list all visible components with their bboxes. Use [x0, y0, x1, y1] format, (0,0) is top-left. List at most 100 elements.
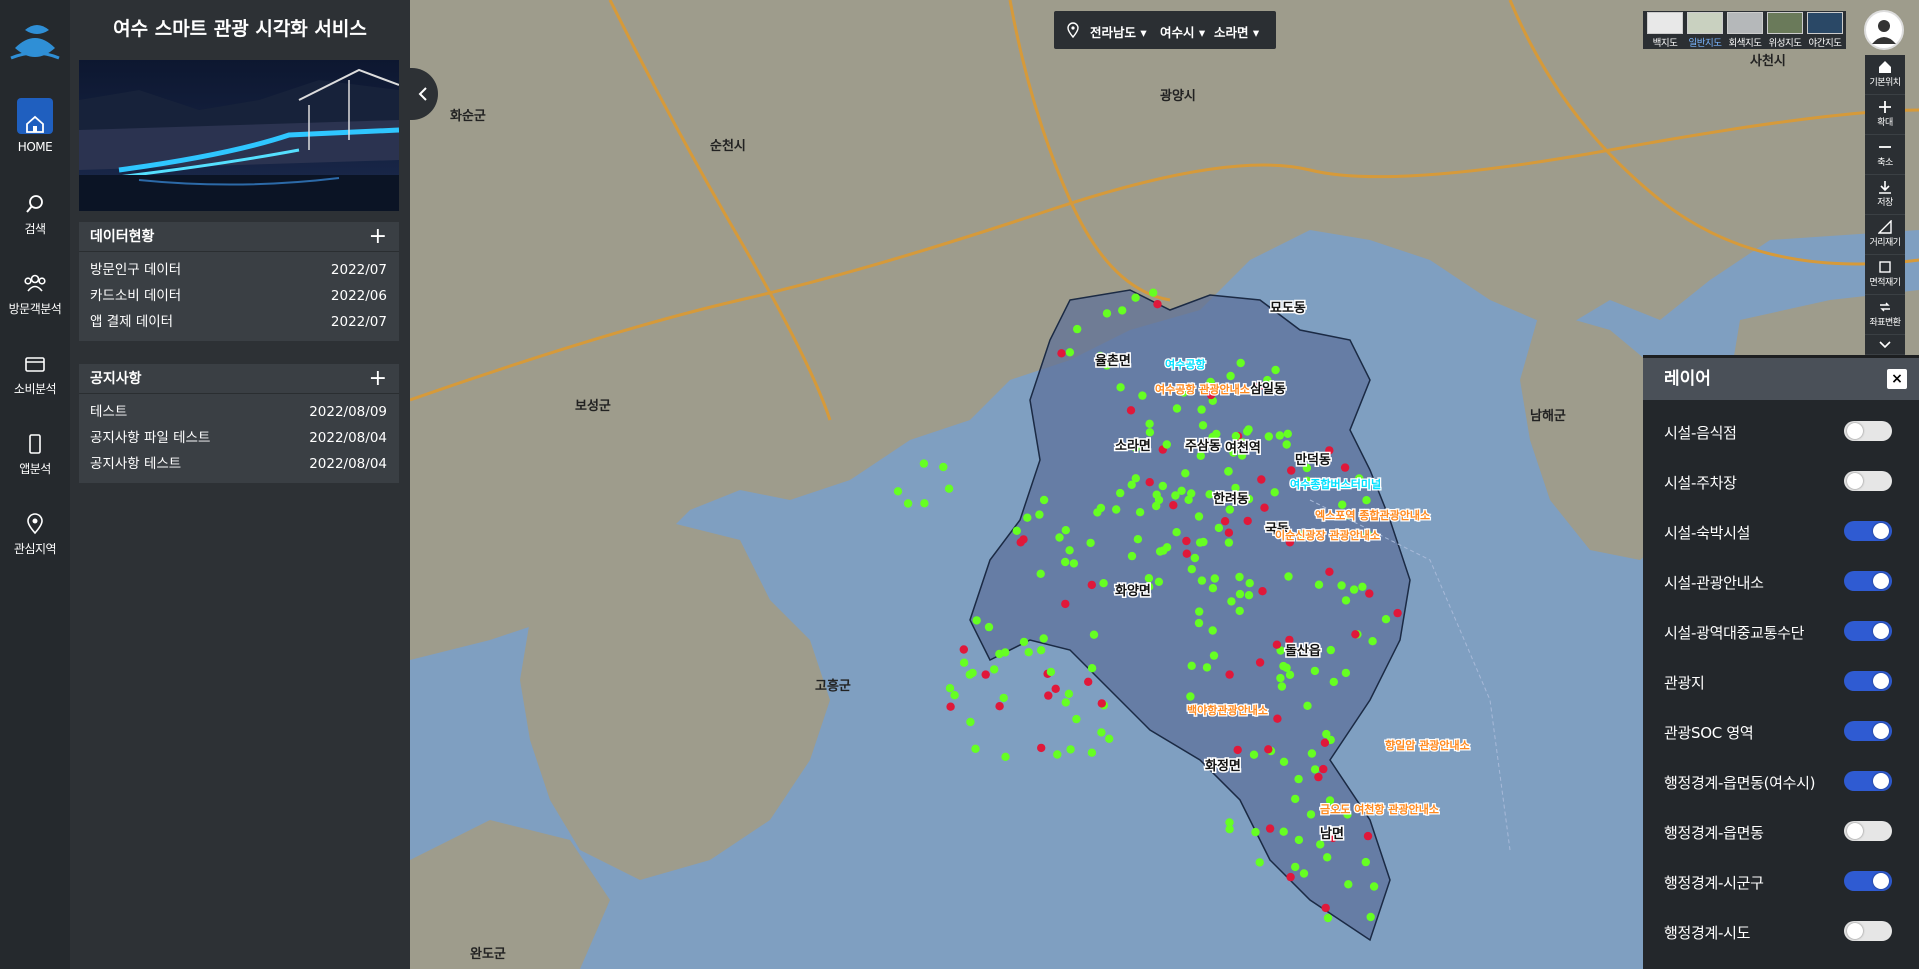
- user-avatar-button[interactable]: [1864, 10, 1904, 50]
- lodging-marker[interactable]: [1044, 691, 1053, 700]
- tourist-spot-marker[interactable]: [1187, 565, 1196, 574]
- tourist-spot-marker[interactable]: [1208, 626, 1217, 635]
- tourist-spot-marker[interactable]: [1303, 701, 1312, 710]
- tourist-spot-marker[interactable]: [950, 691, 959, 700]
- lodging-marker[interactable]: [1019, 535, 1028, 544]
- tourist-spot-marker[interactable]: [1381, 615, 1391, 624]
- tourist-spot-marker[interactable]: [1358, 582, 1367, 591]
- tourist-spot-marker[interactable]: [1061, 557, 1070, 567]
- tourist-spot-marker[interactable]: [1361, 857, 1370, 867]
- lodging-marker[interactable]: [1243, 516, 1252, 526]
- tourist-spot-marker[interactable]: [1144, 574, 1154, 583]
- basemap-white-button[interactable]: 백지도: [1646, 12, 1684, 49]
- tourist-spot-marker[interactable]: [1072, 714, 1081, 724]
- list-item[interactable]: 공지사항 테스트 2022/08/04: [79, 451, 399, 477]
- tourist-spot-marker[interactable]: [1116, 488, 1125, 498]
- default-position-button[interactable]: 기본위치: [1865, 55, 1905, 95]
- tourist-spot-marker[interactable]: [903, 499, 913, 508]
- tourist-spot-marker[interactable]: [1023, 513, 1032, 522]
- lodging-marker[interactable]: [1273, 714, 1282, 723]
- tourist-spot-marker[interactable]: [1275, 431, 1284, 440]
- tourist-spot-marker[interactable]: [1112, 505, 1121, 514]
- tourist-spot-marker[interactable]: [1282, 440, 1291, 449]
- list-item[interactable]: 카드소비 데이터 2022/06: [79, 283, 399, 309]
- lodging-marker[interactable]: [1061, 599, 1070, 609]
- province-select[interactable]: 전라남도 ▾: [1090, 22, 1147, 41]
- lodging-marker[interactable]: [1285, 635, 1294, 645]
- tourist-spot-marker[interactable]: [1046, 667, 1056, 677]
- tourist-spot-marker[interactable]: [1064, 689, 1074, 698]
- lodging-marker[interactable]: [1220, 517, 1230, 526]
- tourist-spot-marker[interactable]: [1198, 421, 1208, 430]
- tourist-spot-marker[interactable]: [1131, 293, 1140, 302]
- tourist-spot-marker[interactable]: [1105, 734, 1114, 743]
- tourist-spot-marker[interactable]: [920, 499, 929, 508]
- tourist-spot-marker[interactable]: [893, 487, 903, 496]
- tourist-spot-marker[interactable]: [1277, 682, 1287, 691]
- lodging-marker[interactable]: [1182, 549, 1191, 558]
- lodging-marker[interactable]: [1084, 677, 1093, 686]
- tourist-spot-marker[interactable]: [1294, 774, 1303, 784]
- lodging-marker[interactable]: [1321, 903, 1330, 913]
- lodging-marker[interactable]: [1286, 872, 1295, 882]
- lodging-marker[interactable]: [1169, 501, 1178, 510]
- tourist-spot-marker[interactable]: [1065, 348, 1075, 357]
- tourist-spot-marker[interactable]: [1310, 765, 1320, 774]
- tourist-spot-marker[interactable]: [1310, 666, 1320, 676]
- tourist-spot-marker[interactable]: [1186, 692, 1195, 701]
- lodging-marker[interactable]: [1264, 745, 1273, 754]
- nav-interest-area-button[interactable]: 관심지역: [0, 498, 70, 573]
- tourist-spot-marker[interactable]: [959, 658, 969, 667]
- tourist-spot-marker[interactable]: [1012, 526, 1021, 535]
- poi-label[interactable]: 엑스포역 종합관광안내소: [1314, 507, 1432, 524]
- tourist-spot-marker[interactable]: [1053, 750, 1062, 759]
- tourist-spot-marker[interactable]: [1089, 630, 1099, 639]
- tourist-spot-marker[interactable]: [968, 668, 977, 678]
- layer-toggle[interactable]: [1844, 771, 1892, 791]
- tourist-spot-marker[interactable]: [1235, 606, 1244, 616]
- tourist-spot-marker[interactable]: [1152, 501, 1161, 511]
- tourist-spot-marker[interactable]: [1197, 405, 1206, 414]
- data-status-more-button[interactable]: +: [369, 222, 387, 252]
- district-select[interactable]: 소라면 ▾: [1214, 22, 1259, 41]
- notice-more-button[interactable]: +: [369, 364, 387, 394]
- lodging-marker[interactable]: [1365, 589, 1374, 598]
- lodging-marker[interactable]: [1363, 831, 1373, 841]
- list-item[interactable]: 테스트 2022/08/09: [79, 399, 399, 425]
- tourist-spot-marker[interactable]: [1314, 580, 1324, 589]
- tourist-spot-marker[interactable]: [1195, 607, 1204, 616]
- nav-consumption-analysis-button[interactable]: 소비분석: [0, 338, 70, 413]
- lodging-marker[interactable]: [1320, 738, 1330, 747]
- poi-label[interactable]: 이순신광장 관광안내소: [1274, 527, 1382, 544]
- tourist-spot-marker[interactable]: [1329, 677, 1338, 687]
- tourist-spot-marker[interactable]: [1236, 358, 1245, 368]
- lodging-marker[interactable]: [1126, 406, 1136, 415]
- tourist-spot-marker[interactable]: [1154, 577, 1164, 586]
- lodging-marker[interactable]: [1057, 349, 1066, 358]
- layer-toggle[interactable]: [1844, 921, 1892, 941]
- tourist-spot-marker[interactable]: [1235, 572, 1244, 582]
- tourist-spot-marker[interactable]: [1202, 663, 1212, 672]
- tourist-spot-marker[interactable]: [1162, 440, 1171, 449]
- tourist-spot-marker[interactable]: [1073, 324, 1082, 334]
- measure-distance-button[interactable]: 거리재기: [1865, 215, 1905, 255]
- tourist-spot-marker[interactable]: [1283, 429, 1292, 438]
- tourist-spot-marker[interactable]: [1231, 483, 1240, 493]
- logo-icon[interactable]: [7, 18, 63, 68]
- tourist-spot-marker[interactable]: [1284, 572, 1293, 581]
- tourist-spot-marker[interactable]: [1338, 500, 1347, 509]
- tourist-spot-marker[interactable]: [984, 622, 994, 632]
- tourist-spot-marker[interactable]: [1264, 432, 1273, 441]
- lodging-marker[interactable]: [981, 670, 990, 679]
- tourist-spot-marker[interactable]: [1001, 752, 1010, 761]
- tourist-spot-marker[interactable]: [1276, 673, 1285, 683]
- nav-home-button[interactable]: HOME: [0, 98, 70, 173]
- basemap-gray-button[interactable]: 회색지도: [1726, 12, 1764, 49]
- tourist-spot-marker[interactable]: [995, 649, 1004, 659]
- tourist-spot-marker[interactable]: [1036, 646, 1046, 655]
- tourist-spot-marker[interactable]: [1135, 508, 1145, 517]
- tourist-spot-marker[interactable]: [1291, 862, 1300, 872]
- tourist-spot-marker[interactable]: [1235, 589, 1245, 599]
- coordinate-transform-button[interactable]: 좌표변환: [1865, 295, 1905, 335]
- tourist-spot-marker[interactable]: [1294, 835, 1304, 845]
